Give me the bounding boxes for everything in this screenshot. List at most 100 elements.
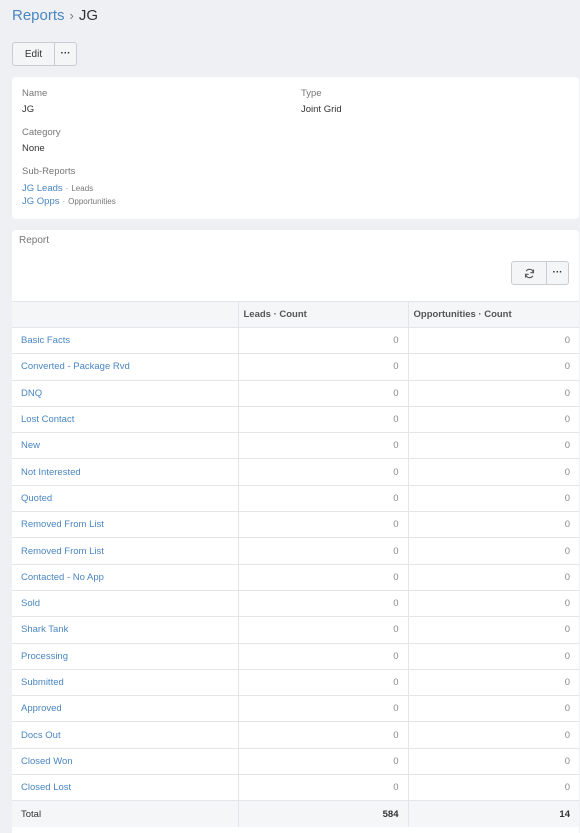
opportunities-count-cell: 0 (407, 537, 579, 565)
total-opportunities-count: 14 (407, 800, 579, 828)
opportunities-count-cell: 0 (407, 774, 579, 801)
leads-count-cell: 0 (237, 616, 408, 644)
leads-count-cell: 0 (237, 668, 408, 696)
page-title: JG (78, 7, 99, 24)
column-header-group (12, 301, 238, 328)
leads-count-cell: 0 (237, 511, 408, 538)
table-row: Shark Tank 0 0 (12, 616, 579, 644)
opportunities-count-cell: 0 (407, 747, 579, 775)
more-actions-button[interactable]: ··· (55, 42, 77, 66)
table-row: Approved 0 0 (12, 695, 579, 722)
leads-count-cell: 0 (237, 774, 408, 801)
report-toolbar: ··· (511, 261, 569, 285)
table-row: Converted - Package Rvd 0 0 (12, 353, 579, 381)
row-group-link[interactable]: Sold (12, 589, 238, 617)
row-group-link[interactable]: Approved (12, 695, 238, 722)
column-header-opportunities-count: Opportunities · Count (407, 301, 579, 328)
row-group-link[interactable]: Closed Lost (12, 774, 238, 801)
opportunities-count-cell: 0 (407, 589, 579, 617)
leads-count-cell: 0 (237, 563, 408, 591)
opportunities-count-cell: 0 (407, 616, 579, 644)
report-table: Leads · Count Opportunities · Count Basi… (12, 301, 579, 828)
row-group-link[interactable]: Docs Out (12, 721, 238, 749)
row-group-link[interactable]: New (12, 432, 238, 459)
table-row: New 0 0 (12, 432, 579, 459)
leads-count-cell: 0 (237, 484, 408, 512)
report-panel: Report ··· Leads · Count Opportunities ·… (12, 230, 579, 833)
table-row: Not Interested 0 0 (12, 458, 579, 486)
subreport-separator: · (65, 184, 69, 193)
type-value: Joint Grid (301, 104, 342, 115)
name-value: JG (22, 104, 35, 115)
type-field: Type Joint Grid (301, 88, 342, 116)
subreport-item: JG Leads · Leads (22, 182, 116, 195)
row-group-link[interactable]: Submitted (12, 668, 238, 696)
ellipsis-icon: ··· (552, 267, 563, 278)
category-value: None (22, 143, 45, 154)
row-group-link[interactable]: Shark Tank (12, 616, 238, 644)
breadcrumb: Reports › JG (12, 6, 98, 26)
row-group-link[interactable]: Closed Won (12, 747, 238, 775)
leads-count-cell: 0 (237, 721, 408, 749)
row-group-link[interactable]: Not Interested (12, 458, 238, 486)
row-group-link[interactable]: Basic Facts (12, 326, 238, 354)
row-group-link[interactable]: DNQ (12, 379, 238, 407)
row-group-link[interactable]: Removed From List (12, 511, 238, 538)
subreport-item: JG Opps · Opportunities (22, 195, 116, 208)
edit-button[interactable]: Edit (12, 42, 55, 66)
table-row: DNQ 0 0 (12, 379, 579, 407)
subreport-entity: Leads (71, 184, 94, 193)
breadcrumb-reports-link[interactable]: Reports (12, 7, 65, 24)
subreports-field: Sub-Reports JG Leads · Leads JG Opps · Oppor… (22, 166, 116, 208)
row-group-link[interactable]: Removed From List (12, 537, 238, 565)
table-row: Sold 0 0 (12, 589, 579, 617)
name-field: Name JG (22, 88, 47, 116)
opportunities-count-cell: 0 (407, 695, 579, 722)
leads-count-cell: 0 (237, 379, 408, 407)
opportunities-count-cell: 0 (407, 642, 579, 670)
table-row: Removed From List 0 0 (12, 537, 579, 565)
table-row: Basic Facts 0 0 (12, 326, 579, 354)
table-row: Docs Out 0 0 (12, 721, 579, 749)
total-row: Total 584 14 (12, 800, 579, 828)
report-more-button[interactable]: ··· (547, 261, 569, 285)
row-group-link[interactable]: Lost Contact (12, 405, 238, 433)
details-panel: Name JG Type Joint Grid Category None Su… (12, 77, 579, 219)
subreport-separator: · (62, 197, 66, 206)
leads-count-cell: 0 (237, 432, 408, 459)
category-label: Category (22, 127, 61, 138)
table-row: Closed Lost 0 0 (12, 774, 579, 801)
row-group-link[interactable]: Processing (12, 642, 238, 670)
total-leads-count: 584 (237, 800, 408, 828)
leads-count-cell: 0 (237, 458, 408, 486)
subreport-link-jg-leads[interactable]: JG Leads (22, 183, 63, 194)
subreport-entity: Opportunities (68, 197, 116, 206)
action-buttons: Edit ··· (12, 42, 77, 66)
opportunities-count-cell: 0 (407, 353, 579, 381)
row-group-link[interactable]: Contacted - No App (12, 563, 238, 591)
subreport-link-jg-opps[interactable]: JG Opps (22, 196, 60, 207)
opportunities-count-cell: 0 (407, 484, 579, 512)
opportunities-count-cell: 0 (407, 458, 579, 486)
table-header-row: Leads · Count Opportunities · Count (12, 301, 579, 328)
breadcrumb-separator: › (69, 8, 74, 23)
opportunities-count-cell: 0 (407, 379, 579, 407)
leads-count-cell: 0 (237, 589, 408, 617)
subreports-label: Sub-Reports (22, 166, 76, 177)
report-table-body: Basic Facts 0 0 Converted - Package Rvd 0 0 DN… (12, 326, 579, 828)
table-row: Processing 0 0 (12, 642, 579, 670)
opportunities-count-cell: 0 (407, 668, 579, 696)
report-title: Report (19, 235, 50, 246)
total-label: Total (12, 800, 238, 828)
row-group-link[interactable]: Converted - Package Rvd (12, 353, 238, 381)
opportunities-count-cell: 0 (407, 511, 579, 538)
table-row: Lost Contact 0 0 (12, 405, 579, 433)
table-row: Submitted 0 0 (12, 668, 579, 696)
refresh-button[interactable] (511, 261, 547, 285)
opportunities-count-cell: 0 (407, 405, 579, 433)
table-row: Closed Won 0 0 (12, 747, 579, 775)
leads-count-cell: 0 (237, 695, 408, 722)
row-group-link[interactable]: Quoted (12, 484, 238, 512)
opportunities-count-cell: 0 (407, 326, 579, 354)
table-row: Removed From List 0 0 (12, 511, 579, 538)
